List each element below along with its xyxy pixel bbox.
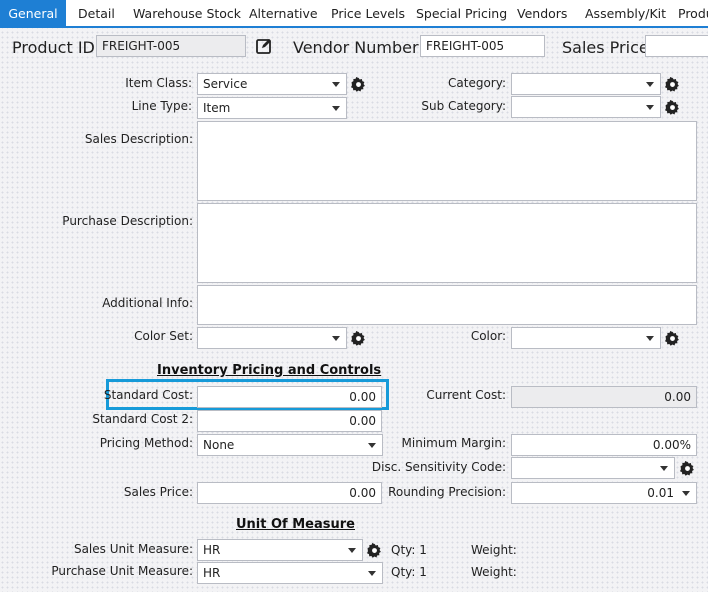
chevron-down-icon (348, 548, 356, 553)
minimum-margin-label: Minimum Margin: (401, 436, 506, 450)
color-set-select[interactable] (197, 327, 347, 349)
sales-unit-weight-label: Weight: (471, 543, 517, 557)
standard-cost-2-label: Standard Cost 2: (92, 412, 193, 426)
standard-cost-label: Standard Cost: (103, 388, 193, 402)
tab-special-pricing[interactable]: Special Pricing (416, 0, 507, 26)
chevron-down-icon (332, 106, 340, 111)
line-type-value: Item (203, 101, 231, 115)
rounding-precision-label: Rounding Precision: (388, 485, 506, 499)
gear-icon[interactable] (663, 329, 681, 347)
chevron-down-icon (368, 571, 376, 576)
sales-price-field[interactable]: 0.00 (197, 482, 382, 504)
standard-cost-field[interactable]: 0.00 (197, 386, 382, 408)
tab-assembly-kit[interactable]: Assembly/Kit (585, 0, 666, 26)
pricing-method-value: None (203, 438, 235, 452)
sales-unit-measure-label: Sales Unit Measure: (73, 542, 193, 556)
purchase-unit-weight-label: Weight: (471, 565, 517, 579)
category-label: Category: (448, 76, 506, 90)
tab-price-levels[interactable]: Price Levels (331, 0, 405, 26)
gear-icon[interactable] (349, 75, 367, 93)
sales-unit-measure-value: HR (203, 543, 221, 557)
gear-icon[interactable] (663, 98, 681, 116)
rounding-precision-value: 0.01 (647, 486, 674, 500)
purchase-description-input[interactable] (197, 203, 697, 283)
chevron-down-icon (368, 443, 376, 448)
gear-icon[interactable] (365, 541, 383, 559)
tab-general[interactable]: General (0, 0, 66, 26)
gear-icon[interactable] (678, 459, 696, 477)
chevron-down-icon (646, 105, 654, 110)
current-cost-field: 0.00 (511, 386, 697, 408)
color-set-label: Color Set: (134, 329, 193, 343)
purchase-unit-measure-value: HR (203, 566, 221, 580)
item-class-value: Service (203, 77, 248, 91)
additional-info-input[interactable] (197, 285, 697, 325)
sales-price-header-label: Sales Price: (562, 38, 655, 57)
tab-vendors[interactable]: Vendors (517, 0, 567, 26)
minimum-margin-field[interactable]: 0.00% (511, 434, 697, 456)
rounding-precision-select[interactable]: 0.01 (511, 482, 697, 504)
sales-description-label: Sales Description: (84, 132, 193, 146)
sales-price-header-field[interactable] (645, 35, 708, 57)
category-select[interactable] (511, 73, 661, 95)
tab-warehouse-stock[interactable]: Warehouse Stock (133, 0, 241, 26)
vendor-number-field[interactable]: FREIGHT-005 (420, 35, 545, 57)
additional-info-label: Additional Info: (102, 296, 193, 310)
purchase-unit-measure-label: Purchase Unit Measure: (51, 564, 193, 578)
disc-sensitivity-select[interactable] (511, 457, 675, 479)
standard-cost-2-field[interactable]: 0.00 (197, 410, 382, 432)
item-class-select[interactable]: Service (197, 73, 347, 95)
product-id-field[interactable]: FREIGHT-005 (96, 35, 246, 57)
edit-icon[interactable] (253, 35, 275, 57)
color-select[interactable] (511, 327, 661, 349)
item-class-label: Item Class: (125, 76, 192, 90)
sales-price-label: Sales Price: (123, 485, 193, 499)
purchase-description-label: Purchase Description: (62, 214, 193, 228)
vendor-number-label: Vendor Number: (293, 38, 424, 57)
product-id-label: Product ID: (12, 38, 101, 57)
chevron-down-icon (646, 82, 654, 87)
tab-produ[interactable]: Produ (678, 0, 708, 26)
current-cost-label: Current Cost: (426, 388, 506, 402)
sales-description-input[interactable] (197, 121, 697, 201)
sub-category-label: Sub Category: (421, 99, 506, 113)
disc-sensitivity-label: Disc. Sensitivity Code: (371, 460, 506, 474)
sub-category-select[interactable] (511, 96, 661, 118)
pricing-method-label: Pricing Method: (99, 436, 193, 450)
chevron-down-icon (660, 466, 668, 471)
chevron-down-icon (332, 336, 340, 341)
chevron-down-icon (332, 82, 340, 87)
tab-alternative[interactable]: Alternative (249, 0, 318, 26)
sales-unit-qty: Qty: 1 (391, 543, 427, 557)
chevron-down-icon (646, 336, 654, 341)
gear-icon[interactable] (663, 75, 681, 93)
pricing-method-select[interactable]: None (197, 434, 383, 456)
inventory-section-title: Inventory Pricing and Controls (157, 363, 382, 378)
gear-icon[interactable] (349, 329, 367, 347)
line-type-label: Line Type: (131, 99, 192, 113)
sales-unit-measure-select[interactable]: HR (197, 539, 363, 561)
purchase-unit-measure-select[interactable]: HR (197, 562, 383, 584)
uom-section-title: Unit Of Measure (236, 517, 355, 532)
color-label: Color: (470, 329, 506, 343)
tab-detail[interactable]: Detail (78, 0, 115, 26)
line-type-select[interactable]: Item (197, 97, 347, 119)
chevron-down-icon (682, 491, 690, 496)
purchase-unit-qty: Qty: 1 (391, 565, 427, 579)
tab-bar: General Detail Warehouse Stock Alternati… (0, 0, 708, 28)
